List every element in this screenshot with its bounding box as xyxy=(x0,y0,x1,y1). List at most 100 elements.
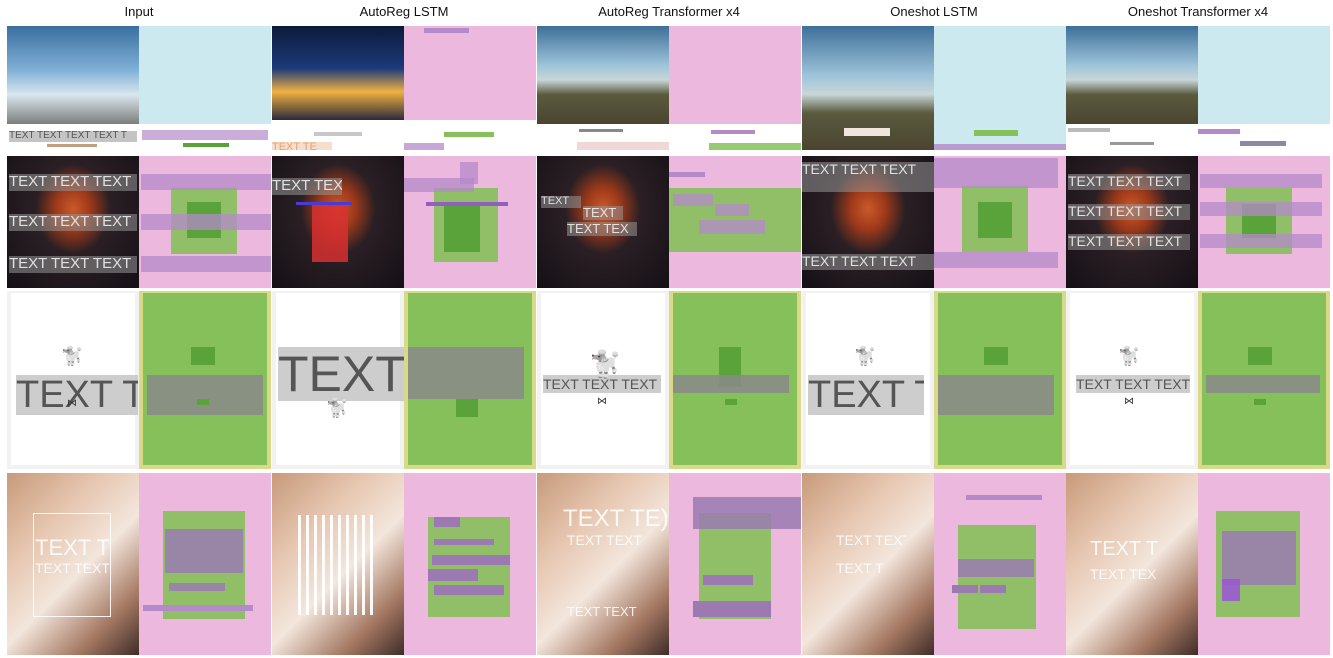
poodle-icon: 🐩 xyxy=(854,346,877,366)
row2-autoreg-lstm-layout xyxy=(404,156,536,288)
row4-autoreg-lstm-stripes xyxy=(298,515,378,615)
row1-input-image-strip: TEXT TEXT TEXT TEXT T xyxy=(7,124,139,150)
row1-input-bar xyxy=(47,144,97,147)
row2-oneshot-transformer-text-3: TEXT TEXT TEXT xyxy=(1068,234,1190,250)
row2-input-layout xyxy=(139,156,271,288)
row4-input-image: TEXT TI TEXT TEXT xyxy=(7,473,139,655)
row2-input-text-3: TEXT TEXT TEXT xyxy=(9,256,137,273)
row1-autoreg-lstm-text: TEXT TE xyxy=(272,142,332,150)
row3-autoreg-transformer-layout xyxy=(669,291,801,469)
row1-oneshot-transformer-image-strip xyxy=(1066,124,1198,150)
row3-input-layout-text-box xyxy=(147,375,263,415)
row4-autoreg-transformer-layout-box-c xyxy=(693,601,771,617)
row3-oneshot-lstm-layout-text-box xyxy=(938,375,1054,415)
row4-oneshot-transformer-image: TEXT T TEXT TEX xyxy=(1066,473,1198,655)
row4-autoreg-lstm-layout-box-b xyxy=(434,539,494,545)
row2-oneshot-transformer-layout-text-box-2 xyxy=(1200,202,1322,216)
row3-input-layout xyxy=(139,291,271,469)
row1-autoreg-transformer-layout-text-box xyxy=(711,130,755,134)
row4-oneshot-transformer-layout xyxy=(1198,473,1330,655)
row4-autoreg-lstm-layout xyxy=(404,473,536,655)
row4-input-layout-text-box-c xyxy=(143,605,253,611)
row1-autoreg-transformer-layout-bg xyxy=(669,26,801,124)
row4-oneshot-lstm-layout-box-c xyxy=(980,585,1006,593)
row1-autoreg-lstm-layout-top-box xyxy=(424,28,469,33)
row3-autoreg-transformer-image: TEXT TEXT TEXT T 🐩 ⋈ xyxy=(537,291,669,469)
row1-autoreg-transformer-bar xyxy=(579,129,623,132)
row4-input-text-a: TEXT TI xyxy=(35,537,109,560)
row3-autoreg-lstm-text: TEXT T xyxy=(278,347,404,401)
row2-oneshot-transformer-text-1: TEXT TEXT TEXT xyxy=(1068,174,1190,190)
row1-autoreg-lstm-image xyxy=(272,26,404,120)
row4-oneshot-lstm-text-a: TEXT TEXT xyxy=(836,533,906,548)
row4-autoreg-transformer-text-c: TEXT TEXT xyxy=(567,605,637,619)
row4-oneshot-lstm-layout-green xyxy=(958,525,1036,629)
row2-input-layout-text-box-3 xyxy=(141,256,271,272)
row1-autoreg-transformer-layout xyxy=(669,26,801,150)
row2-input-text-1: TEXT TEXT TEXT xyxy=(9,174,137,191)
row3-oneshot-transformer-layout-text-box xyxy=(1206,375,1320,393)
row3-autoreg-lstm-image: TEXT T 🐩 xyxy=(272,291,404,469)
row1-autoreg-transformer-layout-green-box xyxy=(709,143,801,150)
row1-autoreg-transformer-pink-bar xyxy=(577,142,669,150)
row1-autoreg-lstm-layout-text-box xyxy=(404,143,444,150)
row4-input-text-b: TEXT TEXT xyxy=(35,561,109,576)
row3-autoreg-lstm-layout-small-box xyxy=(456,399,478,417)
row2-input-layout-text-box-1 xyxy=(141,174,271,190)
row1-oneshot-lstm-image xyxy=(802,26,934,150)
bow-tie-icon: ⋈ xyxy=(67,398,77,409)
row2-oneshot-lstm-layout-text-box-2 xyxy=(934,252,1058,268)
column-header-autoreg-lstm: AutoReg LSTM xyxy=(359,4,449,19)
row3-oneshot-transformer-image: 🐩 TEXT TEXT TEXT T ⋈ xyxy=(1066,291,1198,469)
row3-autoreg-lstm-layout xyxy=(404,291,536,469)
row1-oneshot-transformer-bar-b xyxy=(1110,142,1154,145)
row2-autoreg-lstm-layout-top-box xyxy=(460,162,478,184)
row1-oneshot-lstm-layout xyxy=(934,26,1066,150)
row1-oneshot-lstm-layout-text-box xyxy=(934,144,1066,150)
row2-autoreg-lstm-blue-bar xyxy=(296,202,352,205)
row3-oneshot-lstm-layout-green-inner xyxy=(984,347,1008,365)
row1-input-layout-text-box xyxy=(142,130,268,140)
row2-oneshot-lstm-layout-green-inner xyxy=(978,202,1012,238)
row2-input-image: TEXT TEXT TEXT TEXT TEXT TEXT TEXT TEXT … xyxy=(7,156,139,288)
row3-oneshot-lstm-layout xyxy=(934,291,1066,469)
row3-oneshot-transformer-layout-green-inner xyxy=(1248,347,1272,365)
row4-oneshot-lstm-layout xyxy=(934,473,1066,655)
row1-autoreg-lstm-layout xyxy=(404,26,536,150)
row1-input-text: TEXT TEXT TEXT TEXT T xyxy=(9,131,137,142)
row3-oneshot-transformer-text: TEXT TEXT TEXT T xyxy=(1076,375,1190,393)
row2-oneshot-lstm-text-1: TEXT TEXT TEXT xyxy=(802,162,934,192)
poodle-icon: 🐩 xyxy=(326,398,349,418)
row2-autoreg-lstm-text: TEXT TEXT xyxy=(272,178,342,195)
row1-oneshot-transformer-image xyxy=(1066,26,1198,124)
poodle-icon: 🐩 xyxy=(1118,346,1141,366)
row2-autoreg-transformer-text-b: TEXT xyxy=(583,206,623,220)
row4-oneshot-lstm-layout-box-b xyxy=(952,585,978,593)
row2-oneshot-transformer-layout-text-box-3 xyxy=(1200,234,1322,248)
column-header-oneshot-transformer: Oneshot Transformer x4 xyxy=(1127,4,1269,19)
row4-autoreg-transformer-layout-box-a xyxy=(693,497,801,529)
row4-oneshot-lstm-image: TEXT TEXT TEXT T xyxy=(802,473,934,655)
row1-oneshot-transformer-layout-bg xyxy=(1198,26,1330,124)
row1-oneshot-lstm-bar xyxy=(844,128,890,136)
row2-autoreg-transformer-text-a: TEXT xyxy=(541,196,581,208)
row2-oneshot-transformer-layout xyxy=(1198,156,1330,288)
row1-autoreg-lstm-layout-green-box xyxy=(444,132,494,137)
poodle-icon: 🐩 xyxy=(61,346,84,366)
row1-autoreg-lstm-layout-bg xyxy=(404,26,536,120)
row2-autoreg-transformer-layout-box-a xyxy=(673,194,713,206)
row1-input-image xyxy=(7,26,139,124)
row2-autoreg-transformer-layout-box-c xyxy=(699,220,765,234)
row4-autoreg-lstm-layout-box-a xyxy=(434,517,460,527)
row2-autoreg-lstm-layout-green-inner xyxy=(444,204,480,252)
bow-tie-icon: ⋈ xyxy=(1124,396,1134,407)
row3-oneshot-transformer-layout-small-box xyxy=(1254,399,1266,405)
row2-oneshot-lstm-layout-text-box-1 xyxy=(934,158,1058,188)
row1-oneshot-transformer-bar-a xyxy=(1068,128,1110,132)
row3-input-image: 🐩 TEXT TE ⋈ xyxy=(7,291,139,469)
row4-autoreg-lstm-image xyxy=(272,473,404,655)
row2-oneshot-lstm-text-2: TEXT TEXT TEXT xyxy=(802,254,934,270)
row3-oneshot-transformer-layout xyxy=(1198,291,1330,469)
row4-input-layout-text-box-b xyxy=(169,583,225,591)
row2-autoreg-lstm-image: TEXT TEXT xyxy=(272,156,404,288)
